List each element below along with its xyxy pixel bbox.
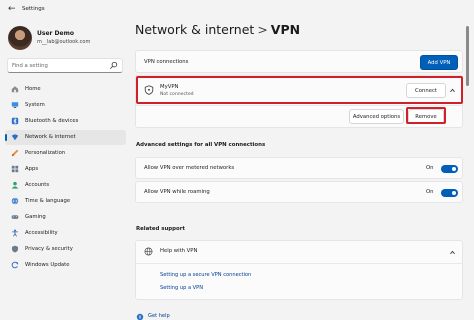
vpn-connections-label: VPN connections: [144, 59, 189, 65]
sidebar-item-personalization[interactable]: Personalization: [5, 146, 126, 161]
network-icon: [11, 134, 19, 141]
search-placeholder: Find a setting: [12, 63, 48, 69]
sidebar-item-accounts[interactable]: Accounts: [5, 178, 126, 193]
metered-toggle[interactable]: [441, 165, 458, 173]
scrollbar-thumb[interactable]: [466, 26, 469, 86]
scrollbar[interactable]: [466, 26, 469, 296]
get-help-link[interactable]: Get help: [148, 313, 170, 319]
user-name: User Demo: [37, 30, 74, 37]
help-icon: [136, 313, 144, 320]
sidebar-item-label: Privacy & security: [25, 246, 73, 252]
breadcrumb-current: VPN: [270, 22, 301, 37]
breadcrumb-parent[interactable]: Network & internet: [135, 22, 254, 37]
user-email: m__lab@outlook.com: [37, 39, 91, 45]
roaming-setting-row: Allow VPN while roaming On: [135, 181, 463, 203]
chevron-up-icon[interactable]: [449, 249, 456, 256]
sidebar-item-label: Personalization: [25, 150, 66, 156]
globe-icon: [144, 247, 153, 256]
sidebar-item-network[interactable]: Network & internet: [5, 130, 126, 145]
metered-label: Allow VPN over metered networks: [144, 165, 235, 171]
add-vpn-button[interactable]: Add VPN: [420, 55, 458, 70]
sidebar-item-gaming[interactable]: Gaming: [5, 210, 126, 225]
advanced-settings-title: Advanced settings for all VPN connection…: [136, 142, 266, 148]
sidebar-item-label: Accounts: [25, 182, 50, 188]
bluetooth-icon: [11, 117, 19, 125]
metered-setting-row: Allow VPN over metered networks On: [135, 157, 463, 179]
sidebar-item-label: System: [25, 102, 45, 108]
vpn-connections-card: VPN connections Add VPN: [135, 50, 463, 73]
roaming-toggle-state: On: [426, 189, 434, 195]
accounts-icon: [11, 181, 19, 189]
sidebar-item-label: Gaming: [25, 214, 46, 220]
accessibility-icon: [12, 229, 18, 237]
globe-icon: [11, 197, 19, 205]
sidebar-item-apps[interactable]: Apps: [5, 162, 126, 177]
highlight-remove-button: [406, 107, 446, 124]
title-bar: ← Settings: [0, 0, 474, 22]
home-icon: [11, 86, 19, 93]
sidebar-item-label: Apps: [25, 166, 39, 172]
brush-icon: [11, 149, 19, 157]
sidebar-item-label: Network & internet: [25, 134, 76, 140]
help-card: Help with VPN Setting up a secure VPN co…: [135, 240, 463, 300]
sidebar-item-label: Bluetooth & devices: [25, 118, 79, 124]
sidebar-item-label: Home: [25, 86, 41, 92]
sidebar-item-home[interactable]: Home: [5, 82, 126, 97]
help-link[interactable]: Setting up a VPN: [160, 285, 203, 291]
help-with-vpn-row[interactable]: Help with VPN: [136, 241, 462, 263]
page-title: Network & internet > VPN: [135, 22, 300, 37]
back-button[interactable]: ←: [8, 4, 16, 14]
sidebar-item-accessibility[interactable]: Accessibility: [5, 226, 126, 241]
window-title: Settings: [22, 6, 45, 12]
update-icon: [11, 261, 19, 269]
metered-toggle-state: On: [426, 165, 434, 171]
apps-icon: [11, 165, 19, 173]
divider: [136, 105, 462, 106]
advanced-options-button[interactable]: Advanced options: [349, 109, 404, 124]
avatar[interactable]: [8, 26, 32, 50]
help-link[interactable]: Setting up a secure VPN connection: [160, 272, 251, 278]
roaming-label: Allow VPN while roaming: [144, 189, 210, 195]
search-input[interactable]: Find a setting: [7, 58, 123, 73]
roaming-toggle[interactable]: [441, 189, 458, 197]
sidebar-item-time-language[interactable]: Time & language: [5, 194, 126, 209]
sidebar-item-windows-update[interactable]: Windows Update: [5, 258, 126, 273]
system-icon: [11, 102, 19, 108]
help-with-vpn-label: Help with VPN: [160, 248, 198, 254]
search-icon: [110, 61, 118, 69]
sidebar-item-label: Time & language: [25, 198, 71, 204]
breadcrumb-separator: >: [257, 22, 268, 37]
shield-icon: [11, 245, 19, 253]
sidebar-item-system[interactable]: System: [5, 98, 126, 113]
related-support-title: Related support: [136, 226, 185, 232]
divider: [136, 263, 462, 264]
sidebar-item-privacy[interactable]: Privacy & security: [5, 242, 126, 257]
highlight-vpn-connection: [136, 76, 463, 104]
sidebar-item-label: Windows Update: [25, 262, 70, 268]
sidebar-item-bluetooth[interactable]: Bluetooth & devices: [5, 114, 126, 129]
gaming-icon: [11, 215, 19, 219]
sidebar-item-label: Accessibility: [25, 230, 58, 236]
